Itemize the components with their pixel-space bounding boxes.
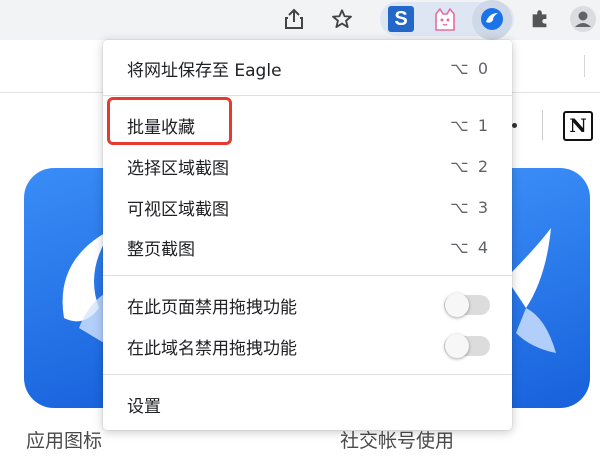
highlight-annotation-box <box>107 97 232 145</box>
menu-item-disable-drag-domain[interactable]: 在此域名禁用拖拽功能 <box>103 326 512 366</box>
menu-item-label: 整页截图 <box>127 239 195 260</box>
menu-item-label: 将网址保存至 Eagle <box>127 60 282 81</box>
menu-item-label: 在此域名禁用拖拽功能 <box>127 338 297 359</box>
shortcut-label: ⌥ 0 <box>450 58 490 78</box>
menu-divider <box>103 374 512 375</box>
social-label: 社交帐号使用 <box>340 430 455 452</box>
star-icon[interactable] <box>327 4 357 34</box>
s-extension-icon[interactable]: S <box>386 4 416 34</box>
menu-divider <box>103 275 512 276</box>
shortcut-label: ⌥ 2 <box>450 156 490 176</box>
menu-item-label: 在此页面禁用拖拽功能 <box>127 297 297 318</box>
puzzle-icon[interactable] <box>525 4 555 34</box>
profile-icon[interactable] <box>568 4 598 34</box>
toolbar-separator <box>584 55 585 77</box>
share-icon[interactable] <box>279 4 309 34</box>
toggle-knob <box>445 334 469 358</box>
browser-toolbar: S <box>0 0 600 40</box>
menu-item-fullpage-screenshot[interactable]: 整页截图 ⌥ 4 <box>103 227 512 267</box>
eagle-extension-icon[interactable] <box>477 4 507 34</box>
bookmark-separator <box>542 110 543 140</box>
cat-extension-icon[interactable] <box>430 4 460 34</box>
menu-item-settings[interactable]: 设置 <box>103 384 512 424</box>
disable-drag-page-toggle[interactable] <box>444 293 490 317</box>
disable-drag-domain-toggle[interactable] <box>444 334 490 358</box>
menu-item-disable-drag-page[interactable]: 在此页面禁用拖拽功能 <box>103 285 512 325</box>
social-icon-card[interactable] <box>506 168 590 408</box>
menu-item-label: 设置 <box>127 396 161 417</box>
toggle-knob <box>445 293 469 317</box>
notion-icon[interactable]: N <box>563 111 593 141</box>
menu-item-label: 选择区域截图 <box>127 158 229 179</box>
menu-item-label: 可视区域截图 <box>127 199 229 220</box>
menu-divider <box>103 95 512 96</box>
shortcut-label: ⌥ 1 <box>450 115 490 135</box>
shortcut-label: ⌥ 4 <box>450 237 490 257</box>
shortcut-label: ⌥ 3 <box>450 197 490 217</box>
menu-item-visible-screenshot[interactable]: 可视区域截图 ⌥ 3 <box>103 187 512 227</box>
menu-item-region-screenshot[interactable]: 选择区域截图 ⌥ 2 <box>103 146 512 186</box>
app-icon-label: 应用图标 <box>26 430 103 452</box>
more-dot <box>512 123 517 128</box>
menu-item-save-url[interactable]: 将网址保存至 Eagle ⌥ 0 <box>103 48 512 88</box>
